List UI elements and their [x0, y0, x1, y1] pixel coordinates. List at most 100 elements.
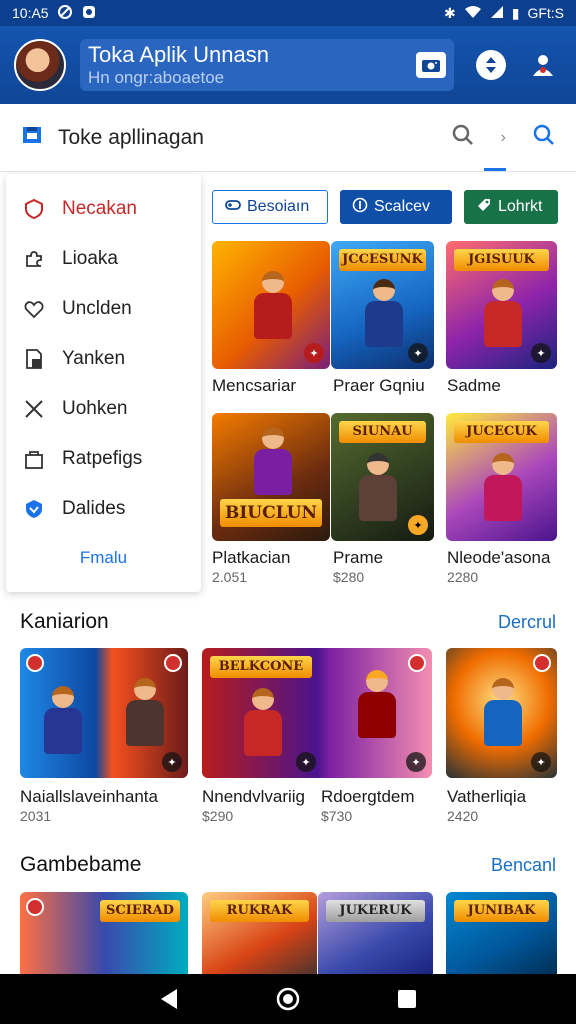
drawer-more-link[interactable]: Fmalu	[6, 548, 201, 568]
tile-title: Naiallslaveinhanta	[20, 787, 158, 806]
game-tile[interactable]: BELKCONE ✦ ✦	[202, 648, 432, 778]
game-tile[interactable]: JUCECUK	[446, 413, 557, 541]
system-nav-bar	[0, 974, 576, 1024]
profile-button[interactable]	[528, 50, 558, 80]
puzzle-icon	[22, 247, 46, 271]
drawer-item-2[interactable]: Unclden	[6, 284, 201, 334]
tile-banner: JGISUUK	[454, 249, 549, 271]
search-active-icon[interactable]	[532, 123, 556, 153]
home-button[interactable]	[268, 979, 308, 1019]
info-icon	[352, 197, 368, 218]
store-icon	[20, 123, 44, 152]
rating-badge	[164, 654, 182, 672]
drawer-item-label: Uohken	[62, 398, 128, 419]
game-tile[interactable]: SCIERAD	[20, 892, 188, 974]
tile-banner: RUKRAK	[210, 900, 309, 922]
drawer-item-6[interactable]: Dalides	[6, 484, 201, 534]
tile-banner: JUKERUK	[326, 900, 425, 922]
tile-title: Nleode'asona	[447, 548, 551, 567]
game-tile[interactable]: ✦	[20, 648, 188, 778]
recents-icon	[397, 990, 416, 1008]
sub-toolbar: Toke apllinagan ›	[0, 104, 576, 172]
drawer-item-3[interactable]: Yanken	[6, 334, 201, 384]
tile-title: Mencsariar	[212, 376, 297, 395]
rating-badge	[26, 654, 44, 672]
section-title: Kaniarion	[20, 610, 109, 633]
tile-title: Rdoergtdem	[321, 787, 415, 806]
platform-icon: ✦	[408, 515, 428, 535]
game-tile[interactable]: RUKRAK	[202, 892, 317, 974]
drawer-item-4[interactable]: Uohken	[6, 384, 201, 434]
tile-meta: 2280	[447, 569, 479, 585]
camera-button[interactable]	[416, 52, 446, 78]
game-tile[interactable]: JGISUUK ✦	[446, 241, 557, 369]
shield-icon	[22, 197, 46, 221]
tile-banner: BELKCONE	[210, 656, 312, 678]
header-title-box[interactable]: Toka Aplik Unnasn Hn ongr:aboaetoe	[80, 39, 454, 91]
chip-label: Besoiaın	[247, 198, 310, 215]
tile-meta: 2031	[20, 808, 52, 824]
side-drawer: Necakan Lioaka Unclden Yanken Uohken Rat…	[6, 174, 201, 592]
status-right-text: GFt:S	[527, 5, 564, 21]
platform-icon: ✦	[531, 752, 551, 772]
search-icon[interactable]	[451, 123, 475, 153]
sync-icon	[57, 4, 73, 23]
platform-icon: ✦	[408, 343, 428, 363]
sort-button[interactable]	[476, 50, 506, 80]
game-tile[interactable]: SIUNAU ✦	[331, 413, 434, 541]
toolbar-label: Toke apllinagan	[58, 125, 204, 149]
game-tile[interactable]: JCCESUNK ✦	[331, 241, 434, 369]
tile-meta: 2.051	[212, 569, 248, 585]
chip-0[interactable]: Besoiaın	[212, 190, 328, 224]
notification-icon	[81, 4, 97, 23]
status-time: 10:A5	[12, 5, 49, 21]
signal-icon	[490, 5, 504, 22]
camera-icon	[422, 60, 440, 72]
rating-badge	[408, 654, 426, 672]
tile-meta: $280	[333, 569, 365, 585]
drawer-item-1[interactable]: Lioaka	[6, 234, 201, 284]
bag-icon	[22, 447, 46, 471]
game-tile[interactable]: JUKERUK	[318, 892, 433, 974]
back-button[interactable]	[149, 979, 189, 1019]
chevron-right-icon[interactable]: ›	[501, 129, 506, 147]
recents-button[interactable]	[387, 979, 427, 1019]
person-icon	[533, 55, 553, 76]
tile-title: Vatherliqia	[447, 787, 527, 806]
battery-icon: ▮	[511, 4, 520, 21]
chip-1[interactable]: Scalcev	[340, 190, 452, 224]
section-more-link[interactable]: Dercrul	[498, 612, 556, 633]
game-tile[interactable]: BIUCLUN	[212, 413, 330, 541]
heart-icon	[22, 297, 46, 321]
section-more-link[interactable]: Bencanl	[491, 855, 556, 876]
platform-icon: ✦	[162, 752, 182, 772]
tile-banner: BIUCLUN	[220, 499, 322, 527]
drawer-item-label: Necakan	[62, 198, 137, 219]
chip-2[interactable]: Lohrkt	[464, 190, 558, 224]
game-tile[interactable]: ✦	[446, 648, 557, 778]
platform-icon: ✦	[304, 343, 324, 363]
game-tile[interactable]: JUNIBAK	[446, 892, 557, 974]
app-header: Toka Aplik Unnasn Hn ongr:aboaetoe	[0, 26, 576, 104]
tile-meta: $290	[202, 808, 234, 824]
tile-meta: $730	[321, 808, 353, 824]
drawer-item-label: Ratpefigs	[62, 448, 143, 469]
tile-banner: JUCECUK	[454, 421, 549, 443]
chip-label: Scalcev	[374, 198, 431, 215]
platform-icon: ✦	[406, 752, 426, 772]
status-bar: 10:A5 ✱ ▮ GFt:S	[0, 0, 576, 26]
tile-title: Platkacian	[212, 548, 291, 567]
header-title: Toka Aplik Unnasn	[88, 42, 269, 67]
tile-banner: SIUNAU	[339, 421, 426, 443]
drawer-item-0[interactable]: Necakan	[6, 184, 201, 234]
game-tile[interactable]: ✦	[212, 241, 330, 369]
close-icon	[22, 397, 46, 421]
tile-title: Prame	[333, 548, 384, 567]
active-tab-indicator	[484, 168, 506, 171]
avatar[interactable]	[14, 39, 66, 91]
tile-title: Sadme	[447, 376, 501, 395]
drawer-item-5[interactable]: Ratpefigs	[6, 434, 201, 484]
drawer-item-label: Unclden	[62, 298, 132, 319]
drawer-item-label: Lioaka	[62, 248, 118, 269]
bluetooth-icon: ✱	[443, 4, 456, 21]
